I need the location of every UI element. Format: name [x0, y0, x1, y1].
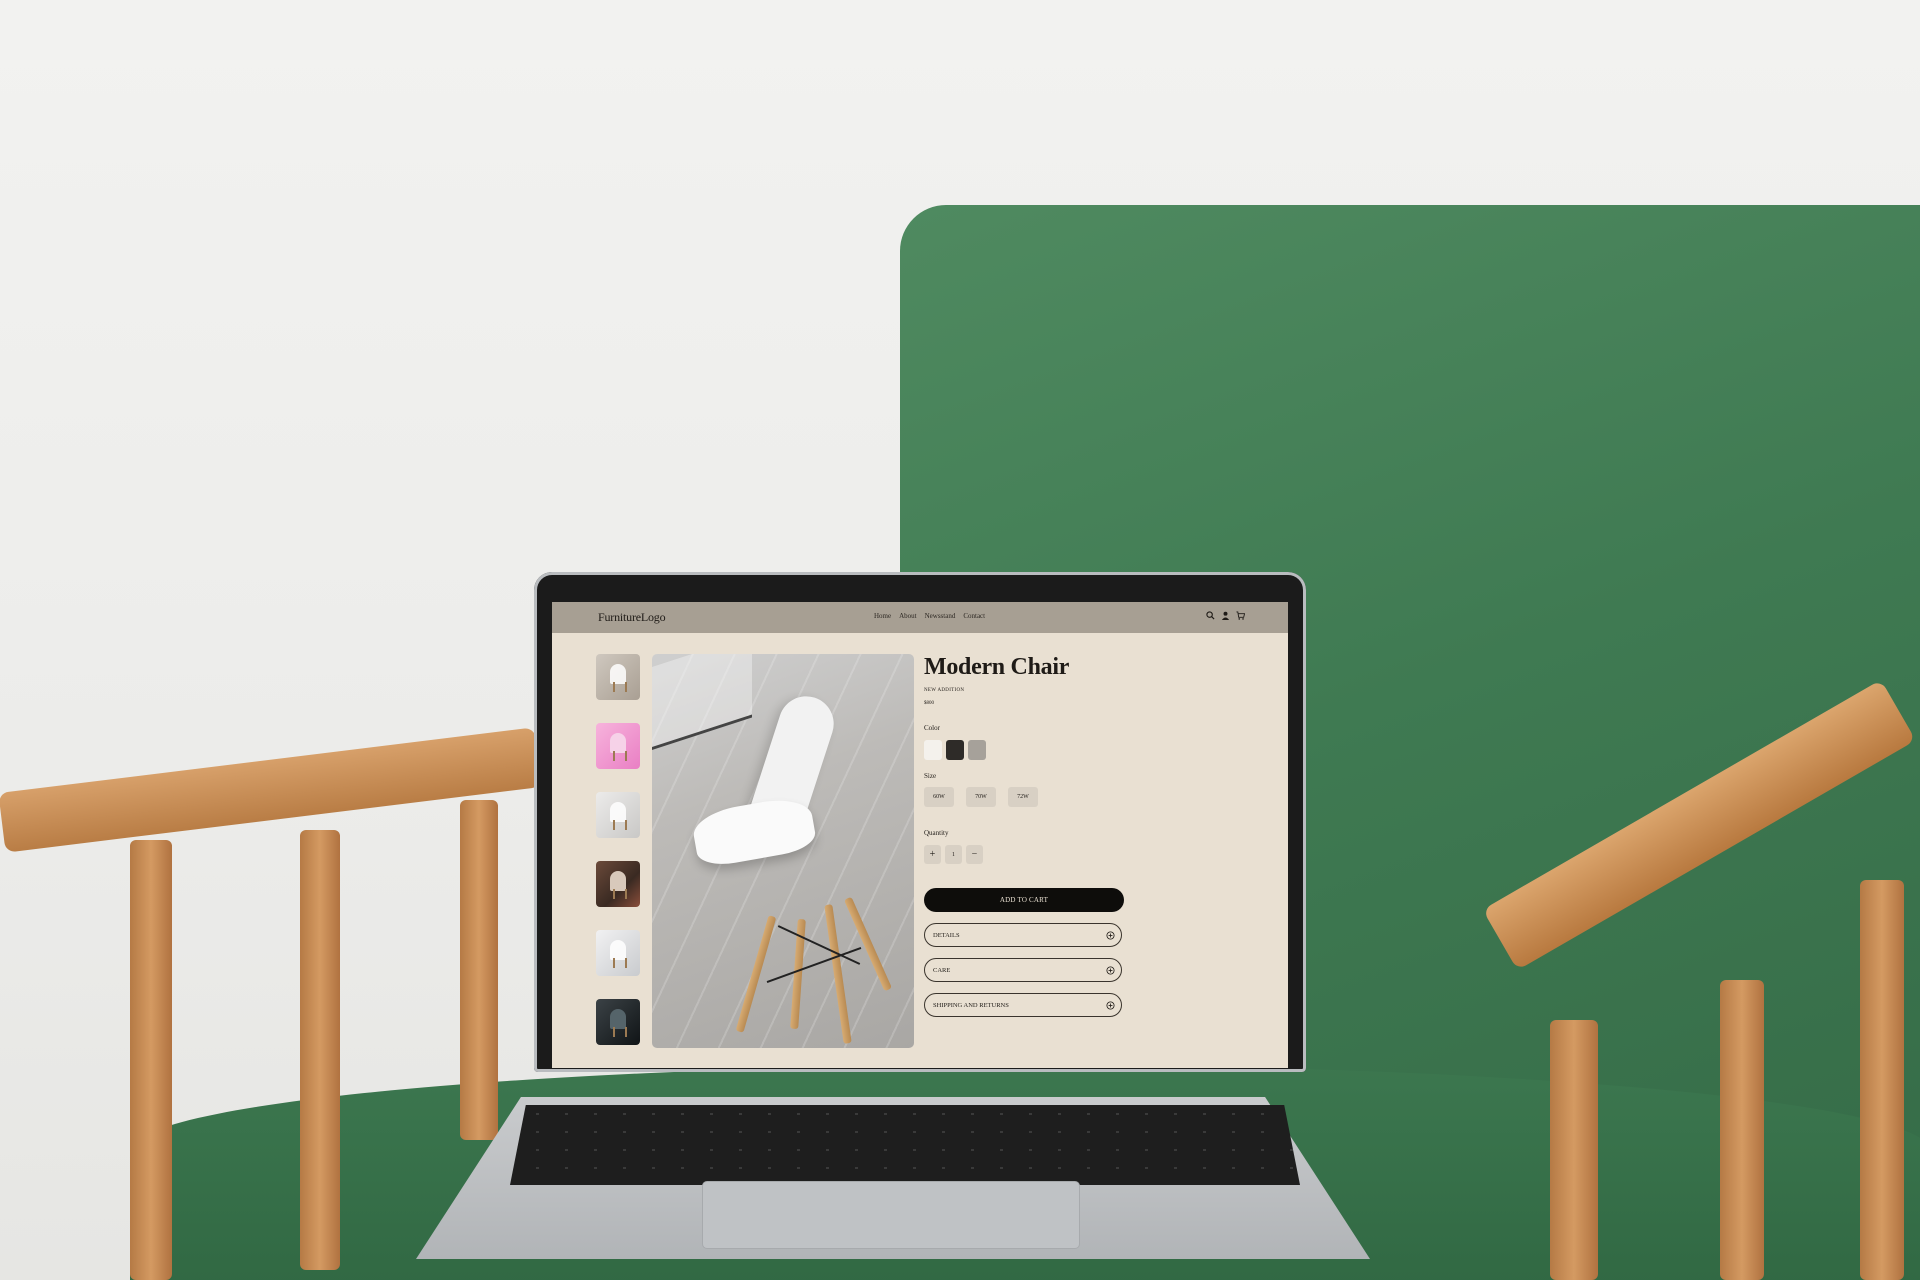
armchair-wood-leg	[300, 830, 340, 1270]
laptop-trackpad	[703, 1182, 1079, 1248]
size-option-70w[interactable]: 70W	[966, 787, 996, 807]
color-options	[924, 740, 1254, 760]
cart-icon[interactable]	[1236, 611, 1245, 620]
thumbnail-6[interactable]	[596, 999, 640, 1045]
product-tag: NEW ADDITION	[924, 688, 965, 693]
quantity-label: Quantity	[924, 829, 949, 837]
main-product-image	[652, 654, 914, 1048]
accordion-care-label: CARE	[933, 966, 951, 974]
thumbnail-5[interactable]	[596, 930, 640, 976]
quantity-value[interactable]: 1	[945, 845, 962, 864]
chair-image	[610, 664, 626, 684]
armchair-wood-leg	[460, 800, 498, 1140]
chair-image	[610, 940, 626, 960]
laptop-keyboard	[510, 1105, 1300, 1185]
accordion-details[interactable]: DETAILS	[924, 923, 1122, 947]
chair-image	[690, 689, 892, 1044]
chair-image	[610, 733, 626, 753]
site-header: FurnitureLogo Home About Newsstand Conta…	[552, 602, 1288, 633]
size-option-72w[interactable]: 72W	[1008, 787, 1038, 807]
chair-legs-image	[613, 820, 627, 830]
size-option-60w[interactable]: 60W	[924, 787, 954, 807]
quantity-decrease-button[interactable]: −	[966, 845, 983, 864]
armchair-wood-leg	[1550, 1020, 1598, 1280]
expand-icon	[1106, 965, 1115, 975]
accordion-shipping-returns[interactable]: SHIPPING AND RETURNS	[924, 993, 1122, 1017]
quantity-stepper: + 1 −	[924, 845, 1254, 864]
nav-home[interactable]: Home	[874, 612, 891, 620]
header-icons	[1206, 611, 1245, 620]
site-logo[interactable]: FurnitureLogo	[598, 610, 666, 625]
nav-newsstand[interactable]: Newsstand	[925, 612, 956, 620]
product-price: $800	[924, 701, 934, 706]
thumbnail-strip	[596, 654, 644, 1068]
armchair-wood-leg	[130, 840, 172, 1280]
chair-image	[610, 871, 626, 891]
color-swatch-white[interactable]	[924, 740, 942, 760]
size-options: 60W 70W 72W	[924, 787, 1254, 807]
thumbnail-1[interactable]	[596, 654, 640, 700]
expand-icon	[1106, 1000, 1115, 1010]
quantity-increase-button[interactable]: +	[924, 845, 941, 864]
armchair-wood-leg	[1860, 880, 1904, 1280]
chair-legs-image	[613, 751, 627, 761]
color-label: Color	[924, 724, 940, 732]
user-icon[interactable]	[1221, 611, 1230, 620]
product-title: Modern Chair	[924, 654, 1070, 680]
chair-legs-image	[613, 1027, 627, 1037]
accordion-shipping-label: SHIPPING AND RETURNS	[933, 1001, 1009, 1009]
size-label: Size	[924, 772, 937, 780]
product-info: Modern Chair NEW ADDITION $800 Color Siz…	[924, 654, 1254, 1017]
chair-image	[610, 802, 626, 822]
nav-contact[interactable]: Contact	[963, 612, 985, 620]
color-swatch-black[interactable]	[946, 740, 964, 760]
nav-about[interactable]: About	[899, 612, 917, 620]
accordion-details-label: DETAILS	[933, 931, 960, 939]
expand-icon	[1106, 930, 1115, 940]
add-to-cart-button[interactable]: ADD TO CART	[924, 888, 1124, 912]
thumbnail-4[interactable]	[596, 861, 640, 907]
chair-legs-image	[613, 682, 627, 692]
armchair-wood-leg	[1720, 980, 1764, 1280]
laptop-screen: FurnitureLogo Home About Newsstand Conta…	[552, 602, 1288, 1068]
chair-image	[610, 1009, 626, 1029]
search-icon[interactable]	[1206, 611, 1215, 620]
thumbnail-2[interactable]	[596, 723, 640, 769]
chair-legs-image	[613, 958, 627, 968]
chair-legs-image	[613, 889, 627, 899]
main-nav: Home About Newsstand Contact	[874, 612, 985, 620]
accordion-care[interactable]: CARE	[924, 958, 1122, 982]
thumbnail-3[interactable]	[596, 792, 640, 838]
chair-seat	[690, 793, 818, 870]
color-swatch-grey[interactable]	[968, 740, 986, 760]
